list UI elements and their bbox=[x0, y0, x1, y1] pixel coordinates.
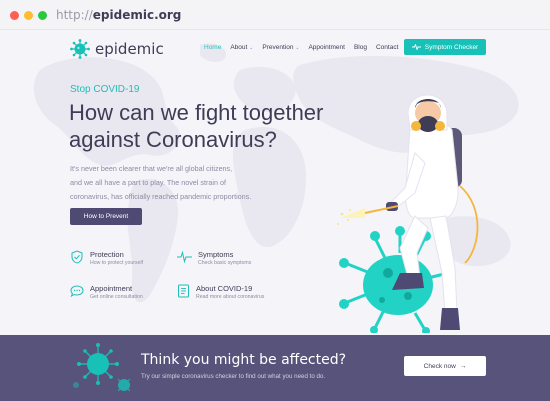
nav-appointment-label: Appointment bbox=[308, 44, 345, 51]
feature-appointment-subtitle: Get online consultation bbox=[90, 294, 143, 300]
checker-banner: Think you might be affected? Try our sim… bbox=[0, 335, 550, 401]
virus-logo-icon bbox=[70, 39, 90, 59]
chevron-down-icon: ⌄ bbox=[295, 45, 300, 51]
url-prefix: http:// bbox=[56, 8, 93, 22]
feature-symptoms[interactable]: Symptoms Check basic symptoms bbox=[177, 250, 251, 267]
address-bar[interactable]: http://epidemic.org bbox=[56, 8, 181, 22]
logo-text: epidemic bbox=[95, 40, 164, 58]
shield-check-icon bbox=[71, 250, 83, 264]
nav-item-prevention[interactable]: Prevention ⌄ bbox=[262, 44, 299, 51]
feature-protection-subtitle: How to protect yourself bbox=[90, 260, 144, 266]
lead-line-1: It's never been clearer that we're all g… bbox=[70, 164, 233, 173]
check-now-label: Check now bbox=[423, 362, 456, 370]
pulse-icon bbox=[177, 250, 192, 264]
lead-line-2: and we all have a part to play. The nove… bbox=[70, 178, 226, 187]
hero-eyebrow: Stop COVID-19 bbox=[70, 84, 140, 95]
symptom-checker-button[interactable]: Symptom Checker bbox=[404, 39, 486, 55]
nav-blog-label: Blog bbox=[353, 44, 367, 51]
feature-symptoms-subtitle: Check basic symptoms bbox=[198, 260, 252, 266]
nav-item-about[interactable]: About ⌄ bbox=[230, 44, 253, 51]
nav-item-contact[interactable]: Contact bbox=[376, 44, 398, 51]
nav-contact-label: Contact bbox=[375, 44, 399, 51]
nav-item-appointment[interactable]: Appointment bbox=[308, 44, 345, 51]
feature-symptoms-title: Symptoms bbox=[198, 250, 234, 259]
banner-subtitle: Try our simple coronavirus checker to fi… bbox=[141, 373, 326, 380]
arrow-right-icon: → bbox=[459, 362, 467, 370]
url-domain: epidemic.org bbox=[92, 8, 182, 22]
nav-home-label: Home bbox=[204, 44, 222, 51]
browser-chrome: http://epidemic.org bbox=[0, 0, 550, 30]
pulse-icon bbox=[411, 44, 421, 50]
minimize-window-dot[interactable] bbox=[24, 11, 33, 20]
nav-about-label: About bbox=[230, 44, 248, 51]
virus-decoration-icon bbox=[73, 343, 131, 392]
feature-about-covid[interactable]: About COVID-19 Read more about coronavir… bbox=[177, 284, 264, 301]
symptom-checker-label: Symptom Checker bbox=[424, 43, 479, 51]
how-to-prevent-button[interactable]: How to Prevent bbox=[70, 208, 142, 225]
feature-protection[interactable]: Protection How to protect yourself bbox=[70, 250, 143, 267]
nav-prevention-label: Prevention bbox=[262, 44, 294, 51]
feature-appointment-title: Appointment bbox=[90, 284, 133, 293]
document-icon bbox=[178, 284, 189, 298]
feature-about-covid-title: About COVID-19 bbox=[196, 284, 253, 293]
hero-lead: It's never been clearer that we're all g… bbox=[70, 162, 290, 204]
nav-item-home[interactable]: Home bbox=[204, 44, 221, 51]
hero-illustration bbox=[337, 94, 479, 333]
maximize-window-dot[interactable] bbox=[38, 11, 47, 20]
site-logo[interactable]: epidemic bbox=[70, 38, 164, 60]
chevron-down-icon: ⌄ bbox=[249, 45, 254, 51]
page: epidemic Home About ⌄ Prevention ⌄ Appoi… bbox=[0, 30, 550, 401]
nav-item-blog[interactable]: Blog bbox=[354, 44, 367, 51]
chat-icon bbox=[70, 285, 84, 298]
feature-about-covid-subtitle: Read more about coronavirus bbox=[196, 294, 265, 300]
main-nav: Home About ⌄ Prevention ⌄ Appointment Bl… bbox=[204, 44, 398, 51]
lead-line-3: coronavirus, has officially reached pand… bbox=[70, 192, 252, 201]
check-now-button[interactable]: Check now → bbox=[404, 356, 486, 376]
close-window-dot[interactable] bbox=[10, 11, 19, 20]
feature-appointment[interactable]: Appointment Get online consultation bbox=[70, 284, 143, 301]
feature-protection-title: Protection bbox=[90, 250, 124, 259]
banner-title: Think you might be affected? bbox=[141, 352, 347, 368]
